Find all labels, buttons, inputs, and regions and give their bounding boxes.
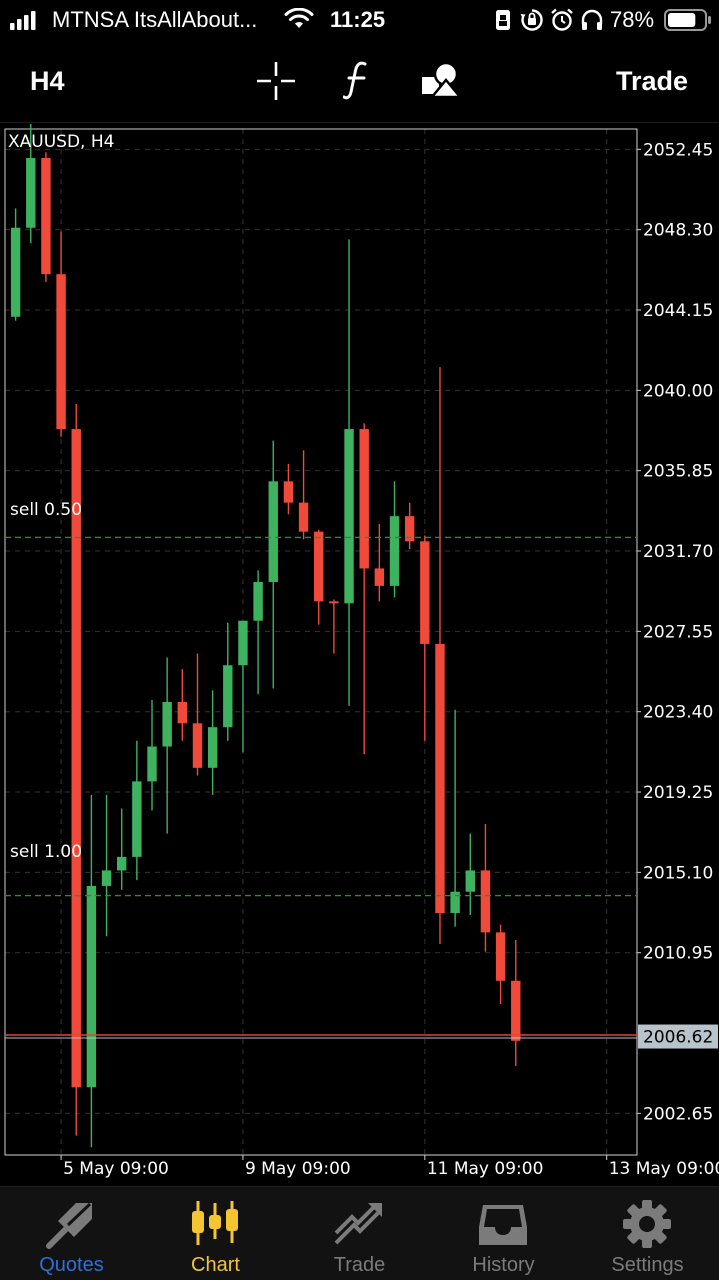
candle-bull [344,429,354,604]
tab-quotes[interactable]: Quotes [0,1187,143,1280]
price-axis-label: 2010.95 [643,944,713,964]
wifi-icon [284,8,314,28]
time-axis-label: 5 May 09:00 [63,1159,169,1179]
time-axis-label: 9 May 09:00 [245,1159,351,1179]
objects-icon[interactable] [420,60,464,100]
tab-settings-label: Settings [611,1254,684,1276]
plot-frame [4,128,638,1156]
candle-bull [268,481,278,582]
price-axis-label: 2023.40 [643,703,713,723]
candle-bear [192,723,203,768]
indicators-icon[interactable] [343,60,373,102]
candle-bull [132,781,142,857]
candle-bull [117,856,127,871]
settings-icon [623,1200,671,1248]
price-axis-label: 2027.55 [643,622,713,642]
candle-bear [177,702,188,724]
candle-bear [359,429,369,569]
candle-bear [71,429,81,1088]
headphones-icon [581,9,603,30]
price-axis-label: 2019.25 [643,783,713,803]
history-icon [479,1205,527,1245]
tab-chart[interactable]: Chart [144,1187,287,1280]
candle-bear [329,601,339,604]
candle-bull [26,158,36,228]
candle-bull [101,870,112,886]
price-axis-label: 2031.70 [643,542,713,562]
chart-title: XAUUSD, H4 [8,132,115,152]
battery-percent: 78% [610,7,655,32]
candle-bear [41,158,51,275]
tab-settings[interactable]: Settings [576,1187,719,1280]
timeframe-button[interactable]: H4 [30,66,65,97]
candle-bear [56,274,66,430]
bottom-tab-bar: Quotes Chart Trade History Settings [0,1186,719,1280]
candle-bull [86,885,97,1088]
price-chart[interactable]: 2052.45 2048.30 2044.15 2040.00 2035.85 2031.… [0,124,719,1184]
candle-bull [238,620,248,666]
trade-button[interactable]: Trade [616,66,688,97]
candle-bull [207,727,218,768]
tab-trade[interactable]: Trade [288,1187,431,1280]
time-axis-label: 13 May 09:00 [609,1159,719,1179]
tab-history-label: History [472,1254,535,1276]
chart-canvas[interactable]: 2052.45 2048.30 2044.15 2040.00 2035.85 2031.… [0,124,719,1184]
time-axis-label: 11 May 09:00 [427,1159,544,1179]
chart-toolbar: H4 Trade [0,48,719,114]
price-axis-label: 2048.30 [643,221,713,241]
toolbar-divider [0,122,719,123]
clock: 11:25 [330,7,386,32]
crosshair-icon[interactable] [256,61,296,101]
alarm-icon [551,8,573,31]
rotation-lock-icon [520,9,543,31]
battery-icon [664,9,711,31]
order-label-sell-050[interactable]: sell 0.50 [10,500,82,520]
candle-bear [314,531,324,602]
portrait-lock-icon [496,10,510,30]
candle-bull [465,870,475,892]
candle-bull [253,581,263,621]
price-axis-label: 2052.45 [643,140,713,160]
carrier-name: MTNSA ItsAllAbout... [52,7,258,32]
candle-bear [480,870,491,933]
candle-bull [223,665,233,728]
candle-bull [147,746,157,782]
candle-bull [10,227,21,317]
chart-icon [192,1201,238,1245]
price-axis-label: 2002.65 [643,1104,713,1124]
candle-bear [374,568,385,586]
price-axis-label: 2040.00 [643,381,713,401]
order-label-sell-100[interactable]: sell 1.00 [10,842,82,862]
quotes-icon [46,1202,92,1249]
signal-icon [10,11,36,30]
trade-icon [334,1203,382,1245]
candle-bear [420,541,430,644]
candle-bull [162,702,172,747]
candle-bear [511,980,521,1041]
tab-chart-label: Chart [191,1254,240,1276]
tab-quotes-label: Quotes [39,1254,104,1276]
current-price-label: 2006.62 [643,1028,713,1048]
candle-bear [283,481,294,503]
price-axis-label: 2044.15 [643,301,713,321]
candle-bear [435,643,445,914]
status-bar: MTNSA ItsAllAbout... 11:25 78% [0,0,719,40]
price-axis-label: 2035.85 [643,462,713,482]
tab-history[interactable]: History [432,1187,575,1280]
price-axis-label: 2015.10 [643,863,713,883]
candle-bear [495,932,506,981]
candle-bull [389,516,400,586]
tab-trade-label: Trade [333,1254,386,1276]
candle-bear [298,502,309,532]
